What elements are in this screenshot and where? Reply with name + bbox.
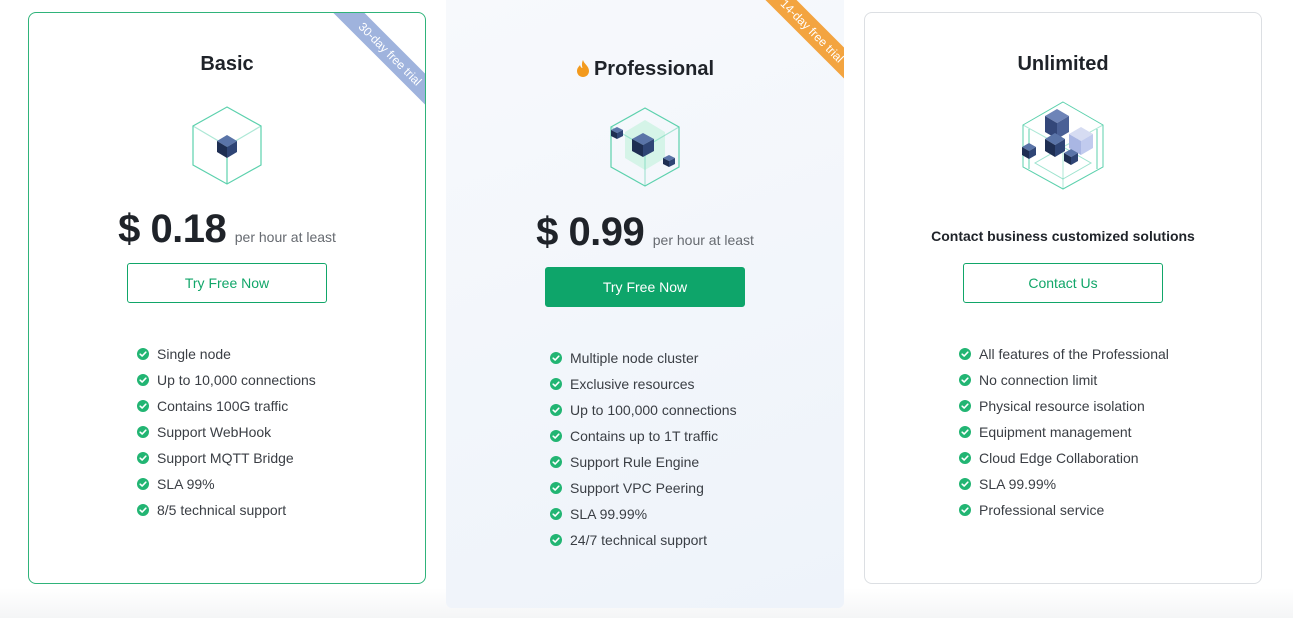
- feature-label: SLA 99.99%: [979, 476, 1057, 492]
- feature-item: 24/7 technical support: [550, 527, 737, 553]
- feature-item: All features of the Professional: [959, 341, 1169, 367]
- check-circle-icon: [959, 374, 979, 386]
- feature-label: SLA 99.99%: [570, 506, 648, 522]
- plan-title: Basic: [200, 53, 254, 75]
- check-circle-icon: [137, 348, 157, 360]
- feature-list: Single node Up to 10,000 connections Conta…: [137, 341, 316, 523]
- feature-item: Cloud Edge Collaboration: [959, 445, 1169, 471]
- check-circle-icon: [137, 504, 157, 516]
- feature-label: Multiple node cluster: [570, 350, 699, 366]
- feature-item: Contains 100G traffic: [137, 393, 316, 419]
- check-circle-icon: [550, 352, 570, 364]
- feature-label: Contains 100G traffic: [157, 398, 289, 414]
- check-circle-icon: [550, 508, 570, 520]
- plan-title: Professional: [593, 58, 715, 80]
- try-free-now-button[interactable]: Try Free Now: [127, 263, 327, 303]
- check-circle-icon: [137, 478, 157, 490]
- feature-label: Up to 100,000 connections: [570, 402, 737, 418]
- feature-label: SLA 99%: [157, 476, 215, 492]
- check-circle-icon: [550, 482, 570, 494]
- contact-text: Contact business customized solutions: [931, 228, 1195, 244]
- plan-card-basic: 30-day free trial Basic $ 0.18 per hour …: [28, 12, 426, 584]
- feature-label: Contains up to 1T traffic: [570, 428, 719, 444]
- price-row: $ 0.18 per hour at least: [29, 207, 425, 252]
- feature-item: Single node: [137, 341, 316, 367]
- feature-item: Physical resource isolation: [959, 393, 1169, 419]
- price: $ 0.99: [536, 210, 645, 254]
- feature-list: Multiple node cluster Exclusive resources…: [550, 345, 737, 553]
- cube-single-icon: [187, 105, 267, 190]
- feature-label: 24/7 technical support: [570, 532, 707, 548]
- feature-item: No connection limit: [959, 367, 1169, 393]
- price-unit: per hour at least: [234, 229, 336, 245]
- feature-item: Support WebHook: [137, 419, 316, 445]
- check-circle-icon: [137, 374, 157, 386]
- feature-item: Multiple node cluster: [550, 345, 737, 371]
- check-circle-icon: [137, 400, 157, 412]
- check-circle-icon: [959, 348, 979, 360]
- feature-label: Professional service: [979, 502, 1105, 518]
- plan-title-row: Professional: [446, 58, 844, 83]
- plan-title: Unlimited: [1017, 53, 1109, 75]
- check-circle-icon: [550, 534, 570, 546]
- cube-stack-icon: [1015, 99, 1111, 196]
- feature-label: Support MQTT Bridge: [157, 450, 294, 466]
- feature-item: Up to 100,000 connections: [550, 397, 737, 423]
- check-circle-icon: [959, 478, 979, 490]
- flame-icon: [576, 60, 590, 83]
- feature-label: All features of the Professional: [979, 346, 1169, 362]
- feature-list: All features of the Professional No conne…: [959, 341, 1169, 523]
- price-row: $ 0.99 per hour at least: [446, 210, 844, 255]
- contact-us-button[interactable]: Contact Us: [963, 263, 1163, 303]
- feature-item: Support VPC Peering: [550, 475, 737, 501]
- price-unit: per hour at least: [652, 232, 754, 248]
- feature-label: Physical resource isolation: [979, 398, 1145, 414]
- feature-label: Cloud Edge Collaboration: [979, 450, 1139, 466]
- check-circle-icon: [959, 400, 979, 412]
- feature-label: Support WebHook: [157, 424, 272, 440]
- feature-item: SLA 99.99%: [550, 501, 737, 527]
- plan-card-professional: 14-day free trial Professional $ 0.99 pe…: [446, 0, 844, 608]
- check-circle-icon: [137, 452, 157, 464]
- check-circle-icon: [550, 378, 570, 390]
- feature-label: Single node: [157, 346, 231, 362]
- feature-item: Support MQTT Bridge: [137, 445, 316, 471]
- feature-label: Support VPC Peering: [570, 480, 704, 496]
- feature-label: Exclusive resources: [570, 376, 695, 392]
- check-circle-icon: [959, 426, 979, 438]
- check-circle-icon: [959, 504, 979, 516]
- feature-label: Up to 10,000 connections: [157, 372, 316, 388]
- cube-cluster-icon: [607, 106, 683, 193]
- feature-label: Equipment management: [979, 424, 1132, 440]
- feature-item: Exclusive resources: [550, 371, 737, 397]
- check-circle-icon: [959, 452, 979, 464]
- feature-label: Support Rule Engine: [570, 454, 700, 470]
- feature-item: Support Rule Engine: [550, 449, 737, 475]
- check-circle-icon: [137, 426, 157, 438]
- feature-item: 8/5 technical support: [137, 497, 316, 523]
- feature-item: Contains up to 1T traffic: [550, 423, 737, 449]
- check-circle-icon: [550, 404, 570, 416]
- feature-item: Professional service: [959, 497, 1169, 523]
- check-circle-icon: [550, 456, 570, 468]
- feature-item: SLA 99.99%: [959, 471, 1169, 497]
- try-free-now-button[interactable]: Try Free Now: [545, 267, 745, 307]
- check-circle-icon: [550, 430, 570, 442]
- price: $ 0.18: [118, 207, 227, 251]
- feature-label: No connection limit: [979, 372, 1098, 388]
- feature-item: Equipment management: [959, 419, 1169, 445]
- plan-card-unlimited: Unlimited Contact business customized so…: [864, 12, 1262, 584]
- feature-item: Up to 10,000 connections: [137, 367, 316, 393]
- feature-item: SLA 99%: [137, 471, 316, 497]
- feature-label: 8/5 technical support: [157, 502, 287, 518]
